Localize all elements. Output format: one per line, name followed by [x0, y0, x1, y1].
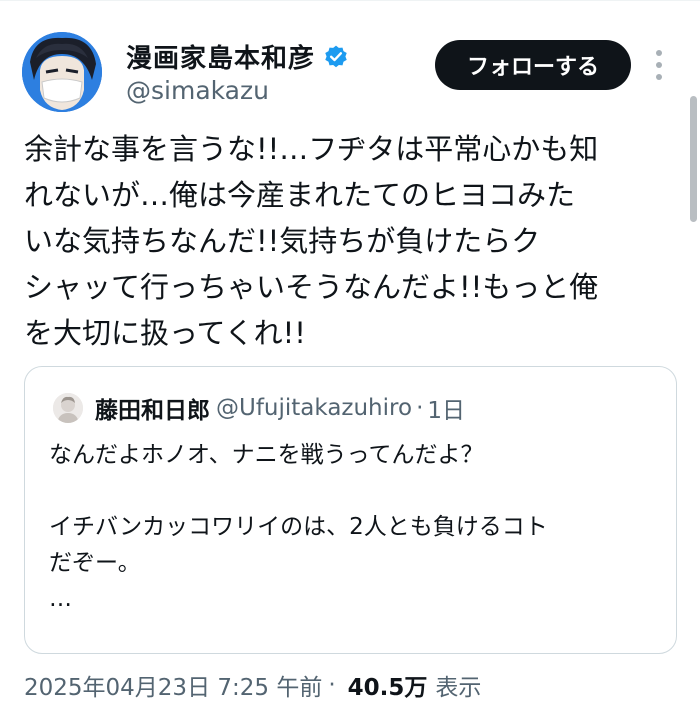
- quoted-text-line: なんだよホノオ、ナニを戦うってんだよ？: [49, 442, 484, 468]
- scrollbar[interactable]: [690, 96, 697, 222]
- top-divider: [0, 0, 700, 6]
- tweet-timestamp[interactable]: 2025年04月23日 7:25 午前: [24, 668, 322, 702]
- quoted-timestamp: 1日: [427, 398, 466, 424]
- quoted-tweet-text: なんだよホノオ、ナニを戦うってんだよ？ イチバンカッコワリイのは、2人とも負ける…: [49, 437, 659, 617]
- quoted-author-display-name: 藤田和日郎: [95, 398, 210, 424]
- quoted-separator-dot: ·: [416, 395, 424, 421]
- follow-button[interactable]: フォローする: [435, 40, 631, 90]
- quoted-text-line: [49, 473, 659, 509]
- meta-separator-dot: ·: [328, 672, 336, 698]
- quoted-text-line: …: [49, 586, 72, 612]
- tweet-text-line: シャッて行っちゃいそうなんだよ!!もっと俺: [24, 270, 599, 304]
- tweet-text-line: を大切に扱ってくれ!!: [24, 316, 306, 350]
- quoted-author-handle: @Ufujitakazuhiro: [216, 395, 413, 421]
- views-count: 40.5万: [347, 675, 428, 701]
- tweet-text-line: れないが…俺は今産まれたてのヒヨコみた: [24, 178, 576, 212]
- quoted-author-avatar: [53, 393, 83, 423]
- quoted-text-line: だぞー。: [49, 550, 141, 576]
- tweet-meta: 2025年04月23日 7:25 午前 · 40.5万 表示: [24, 668, 481, 702]
- tweet-header: 漫画家島本和彦 @simakazu フォローする: [22, 32, 682, 114]
- tweet-text-line: 余計な事を言うな!!…フヂタは平常心かも知: [24, 132, 599, 166]
- tweet-text-line: いな気持ちなんだ!!気持ちが負けたらク: [24, 224, 541, 258]
- tweet-text: 余計な事を言うな!!…フヂタは平常心かも知 れないが…俺は今産まれたてのヒヨコみ…: [24, 126, 674, 356]
- author-avatar[interactable]: [22, 32, 102, 112]
- verified-badge-icon: [323, 44, 349, 70]
- author-display-name[interactable]: 漫画家島本和彦: [126, 38, 315, 75]
- more-options-icon[interactable]: [654, 50, 664, 80]
- quoted-text-line: イチバンカッコワリイのは、2人とも負けるコト: [49, 514, 548, 540]
- quoted-tweet-card[interactable]: 藤田和日郎 @Ufujitakazuhiro · 1日 なんだよホノオ、ナニを戦…: [24, 366, 677, 654]
- quoted-tweet-header: 藤田和日郎 @Ufujitakazuhiro · 1日: [53, 391, 465, 425]
- author-name-row: 漫画家島本和彦: [126, 38, 349, 75]
- author-handle[interactable]: @simakazu: [126, 76, 269, 105]
- views-label: 表示: [435, 675, 482, 701]
